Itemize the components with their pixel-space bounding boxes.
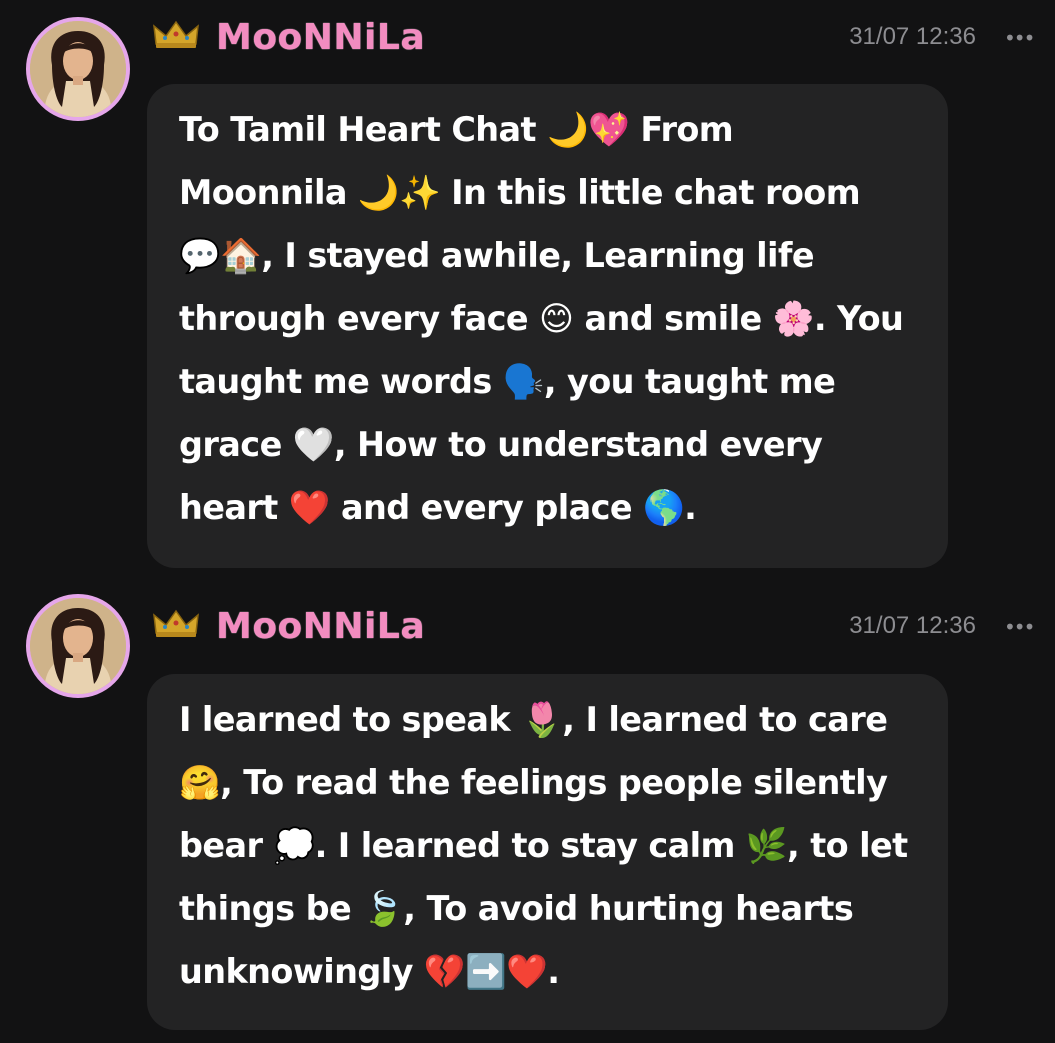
user-avatar[interactable] [26, 594, 130, 698]
more-options-icon[interactable]: ••• [1004, 28, 1038, 48]
more-options-icon[interactable]: ••• [1004, 617, 1038, 637]
message-bubble: To Tamil Heart Chat 🌙💖 From Moonnila 🌙✨ … [147, 84, 948, 568]
message-text: To Tamil Heart Chat 🌙💖 From Moonnila 🌙✨ … [179, 110, 904, 527]
message-text: I learned to speak 🌷, I learned to care … [179, 700, 908, 991]
message-timestamp: 31/07 12:36 [849, 612, 976, 639]
username[interactable]: MooNNiLa [216, 16, 425, 60]
crown-icon [153, 20, 199, 48]
message-timestamp: 31/07 12:36 [849, 23, 976, 50]
message-bubble: I learned to speak 🌷, I learned to care … [147, 674, 948, 1030]
avatar-portrait [30, 21, 126, 117]
crown-icon [153, 609, 199, 637]
username[interactable]: MooNNiLa [216, 605, 425, 649]
avatar-portrait [30, 598, 126, 694]
user-avatar[interactable] [26, 17, 130, 121]
